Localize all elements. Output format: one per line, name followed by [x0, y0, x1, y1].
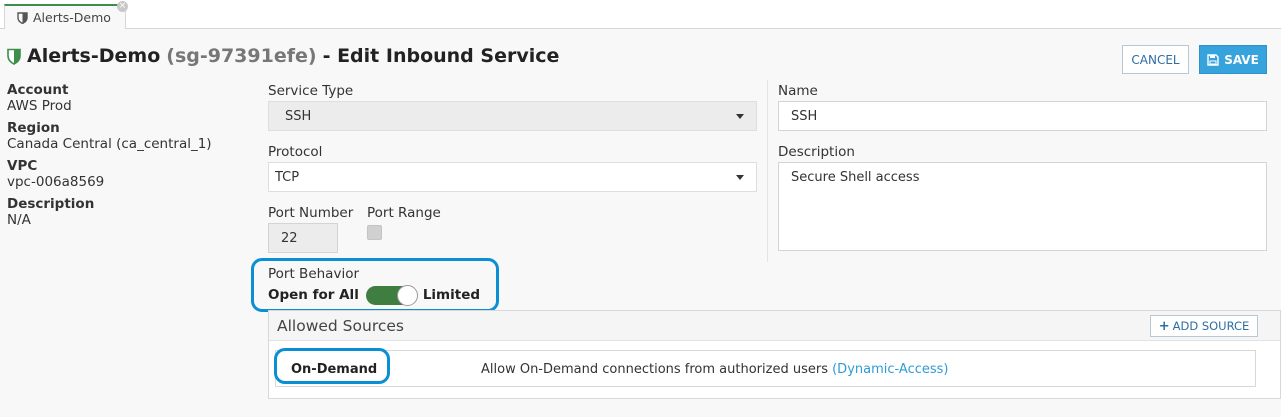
description-label: Description [7, 196, 95, 212]
service-type-label: Service Type [268, 83, 354, 99]
vpc-value: vpc-006a8569 [7, 174, 105, 190]
protocol-select[interactable]: TCP [268, 162, 757, 192]
port-range-checkbox[interactable] [367, 225, 382, 240]
port-behavior-highlight [251, 258, 499, 312]
service-type-value: SSH [285, 108, 312, 124]
name-label: Name [778, 83, 818, 99]
name-input[interactable]: SSH [778, 101, 1267, 131]
page-title: Alerts-Demo (sg-97391efe) - Edit Inbound… [7, 43, 559, 69]
protocol-label: Protocol [268, 144, 323, 160]
chevron-down-icon [736, 175, 744, 180]
on-demand-highlight [274, 348, 390, 384]
source-description: Allow On-Demand connections from authori… [481, 362, 949, 377]
security-group-id: (sg-97391efe) [166, 45, 317, 67]
security-group-name: Alerts-Demo [27, 45, 161, 67]
service-type-select[interactable]: SSH [268, 101, 757, 131]
cancel-button[interactable]: CANCEL [1122, 45, 1189, 74]
region-value: Canada Central (ca_central_1) [7, 136, 212, 152]
page-title-suffix: - Edit Inbound Service [322, 45, 560, 67]
allowed-sources-panel: Allowed Sources + ADD SOURCE On-Demand A… [268, 310, 1281, 399]
allowed-sources-title: Allowed Sources [277, 317, 404, 335]
port-number-input[interactable]: 22 [268, 223, 338, 253]
tab-label: Alerts-Demo [33, 10, 111, 25]
allowed-sources-header: Allowed Sources + ADD SOURCE [269, 311, 1280, 341]
add-source-button[interactable]: + ADD SOURCE [1150, 315, 1258, 337]
floppy-disk-icon [1207, 53, 1219, 66]
account-value: AWS Prod [7, 98, 72, 114]
shield-icon [7, 48, 21, 65]
source-row: On-Demand Allow On-Demand connections fr… [275, 350, 1256, 387]
security-group-details: Account AWS Prod Region Canada Central (… [7, 82, 247, 234]
column-divider [767, 80, 768, 262]
shield-icon [17, 11, 28, 24]
plus-icon: + [1158, 318, 1170, 334]
service-description-label: Description [778, 144, 855, 160]
save-button-label: SAVE [1224, 52, 1259, 67]
source-description-text: Allow On-Demand connections from authori… [481, 362, 828, 377]
port-range-label: Port Range [367, 205, 441, 221]
description-value: N/A [7, 212, 31, 228]
tab-bar: Alerts-Demo × [0, 0, 1281, 29]
tab-alerts-demo[interactable]: Alerts-Demo [4, 4, 126, 29]
service-description-textarea[interactable]: Secure Shell access [778, 162, 1267, 251]
account-label: Account [7, 82, 69, 98]
port-number-label: Port Number [268, 205, 354, 221]
close-icon[interactable]: × [117, 1, 128, 12]
chevron-down-icon [736, 114, 744, 119]
region-label: Region [7, 120, 60, 136]
save-button[interactable]: SAVE [1199, 45, 1267, 74]
add-source-label: ADD SOURCE [1172, 319, 1250, 333]
vpc-label: VPC [7, 158, 38, 174]
protocol-value: TCP [275, 169, 300, 185]
dynamic-access-link[interactable]: (Dynamic-Access) [832, 362, 948, 377]
